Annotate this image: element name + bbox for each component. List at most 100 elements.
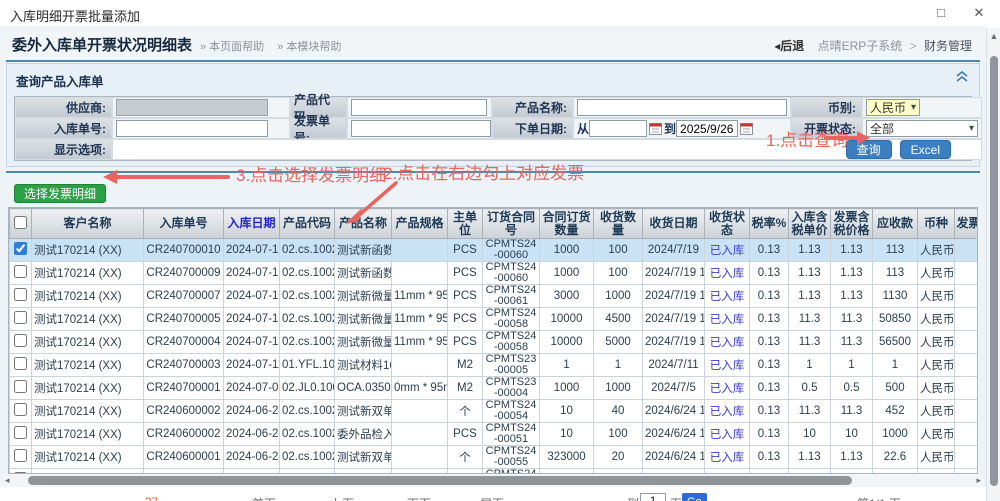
cell-invoice-no — [955, 423, 979, 446]
cell-product-code: 02.cs.100244 — [280, 446, 335, 469]
maximize-icon[interactable]: □ — [930, 4, 952, 22]
horizontal-scrollbar[interactable]: ◂ ▸ — [2, 474, 984, 487]
cell-received-qty: 5000 — [594, 331, 643, 354]
annotation-step2: 2.点击在右边勾上对应发票 — [383, 159, 584, 184]
date-to-calendar-icon[interactable] — [740, 122, 753, 135]
go-button[interactable]: Go — [682, 493, 707, 501]
collapse-panel-icon[interactable] — [955, 70, 969, 86]
cell-receive-date: 2024/7/19 10 — [643, 262, 705, 285]
cell-contract-order-qty: 1 — [540, 354, 594, 377]
inbound-table-wrap: 客户名称入库单号入库日期产品代码产品名称产品规格主单位订货合同号合同订货数量收货… — [8, 207, 978, 474]
vertical-scrollbar-thumb[interactable] — [990, 56, 998, 486]
cell-product-spec — [392, 446, 448, 469]
cell-contract-order-qty: 3000 — [540, 285, 594, 308]
cell-contract-order-qty: 10000 — [540, 331, 594, 354]
inbound-no-field[interactable] — [116, 120, 268, 137]
row-checkbox[interactable] — [14, 334, 27, 347]
inbound-table: 客户名称入库单号入库日期产品代码产品名称产品规格主单位订货合同号合同订货数量收货… — [9, 208, 978, 474]
scroll-up-icon[interactable]: ▲ — [987, 31, 1000, 41]
select-all-checkbox[interactable] — [14, 216, 27, 229]
cell-product-name: 测试新微量领 — [335, 308, 392, 331]
row-checkbox[interactable] — [14, 288, 27, 301]
order-date-label: 下单日期: — [492, 118, 573, 139]
cell-received-qty: 1 — [594, 354, 643, 377]
select-invoice-detail-button[interactable]: 选择发票明细 — [14, 184, 106, 203]
cell-received-qty: 100 — [594, 262, 643, 285]
row-checkbox[interactable] — [14, 426, 27, 439]
cell-receive-status: 已入库 — [705, 354, 750, 377]
product-name-field[interactable] — [577, 99, 787, 116]
horizontal-scrollbar-thumb[interactable] — [28, 476, 852, 485]
cell-product-name: 测试新微量领 — [335, 285, 392, 308]
cell-order-contract-no: CPMTS23-00005 — [483, 354, 540, 377]
currency-select[interactable]: 人民币 ▾ — [866, 99, 920, 116]
date-from-field[interactable] — [589, 120, 647, 137]
prev-page-link[interactable]: 上页 — [330, 495, 354, 501]
cell-product-code: 02.JL0.10000 — [280, 377, 335, 400]
page-help-link[interactable]: » 本页面帮助 — [200, 41, 264, 53]
row-checkbox-cell — [10, 423, 32, 446]
cell-invoice-tax-price: 1 — [831, 354, 873, 377]
cell-inbound-tax-price: 1.13 — [789, 262, 831, 285]
cell-product-spec: 11mm * 95m — [392, 308, 448, 331]
date-to-field[interactable] — [676, 120, 738, 137]
cell-receivable: 22.6 — [873, 446, 918, 469]
first-page-link[interactable]: 首页 — [252, 495, 276, 501]
row-checkbox[interactable] — [14, 242, 27, 255]
cell-receivable: 452 — [873, 400, 918, 423]
last-page-link[interactable]: 尾页 — [480, 495, 504, 501]
breadcrumb-module[interactable]: 财务管理 — [924, 39, 972, 53]
cell-main-unit: PCS — [448, 285, 483, 308]
module-help-link[interactable]: » 本模块帮助 — [277, 41, 341, 53]
row-checkbox[interactable] — [14, 449, 27, 462]
row-checkbox[interactable] — [14, 380, 27, 393]
cell-customer-name: 测试170214 (XX) — [32, 285, 144, 308]
vertical-scrollbar[interactable]: ▲ — [986, 28, 1000, 501]
cell-inbound-no: CR240700009 — [144, 262, 224, 285]
row-checkbox-cell — [10, 239, 32, 262]
product-code-field[interactable] — [351, 99, 487, 116]
column-header-order-contract-no: 订货合同号 — [483, 209, 540, 239]
cell-product-spec: 0mm * 95m * — [392, 377, 448, 400]
column-header-inbound-date[interactable]: 入库日期 — [224, 209, 280, 239]
table-row: 测试170214 (XX)CR2407000092024-07-1902.cs.… — [10, 262, 979, 285]
page-number-input[interactable] — [640, 493, 666, 501]
breadcrumb: ◂后退 点晴ERP子系统 > 财务管理 — [774, 37, 972, 54]
scroll-left-icon[interactable]: ◂ — [5, 474, 10, 487]
currency-label: 币别: — [791, 97, 862, 118]
cell-inbound-tax-price: 0.5 — [789, 377, 831, 400]
page-unit-label: 页 — [670, 495, 682, 501]
column-header-invoice-no: 发票单号 — [955, 209, 979, 239]
cell-receivable: 113 — [873, 262, 918, 285]
invoice-no-label: 发票单号: — [290, 118, 347, 139]
cell-product-spec — [392, 262, 448, 285]
cell-customer-name: 测试170214 (XX) — [32, 308, 144, 331]
cell-product-spec — [392, 239, 448, 262]
cell-invoice-no — [955, 400, 979, 423]
close-icon[interactable]: ✕ — [968, 4, 990, 22]
row-checkbox[interactable] — [14, 265, 27, 278]
cell-main-unit: PCS — [448, 239, 483, 262]
cell-product-code: 02.cs.100241 — [280, 239, 335, 262]
breadcrumb-separator: > — [910, 39, 917, 53]
table-row: 测试170214 (XX)CR2406000012024-06-2402.cs.… — [10, 446, 979, 469]
annotation-arrow-diagonal-icon — [340, 180, 400, 226]
column-header-receivable: 应收款 — [873, 209, 918, 239]
next-page-link[interactable]: 下页 — [407, 495, 431, 501]
row-checkbox[interactable] — [14, 357, 27, 370]
date-from-calendar-icon[interactable] — [649, 122, 662, 135]
row-checkbox-cell — [10, 308, 32, 331]
row-checkbox[interactable] — [14, 403, 27, 416]
back-button[interactable]: ◂后退 — [774, 39, 804, 53]
cell-contract-order-qty: 1000 — [540, 377, 594, 400]
invoice-no-field[interactable] — [351, 120, 491, 137]
page-header: 委外入库单开票状况明细表 » 本页面帮助 » 本模块帮助 ◂后退 点晴ERP子系… — [0, 26, 986, 60]
cell-receive-date: 2024/7/19 10 — [643, 285, 705, 308]
cell-invoice-tax-price: 11.3 — [831, 331, 873, 354]
excel-button[interactable]: Excel — [900, 140, 951, 159]
invoice-status-select[interactable]: 全部 ▾ — [866, 120, 978, 137]
breadcrumb-system[interactable]: 点晴ERP子系统 — [818, 39, 903, 53]
row-checkbox-cell — [10, 377, 32, 400]
row-checkbox[interactable] — [14, 311, 27, 324]
scroll-right-icon[interactable]: ▸ — [976, 474, 981, 487]
